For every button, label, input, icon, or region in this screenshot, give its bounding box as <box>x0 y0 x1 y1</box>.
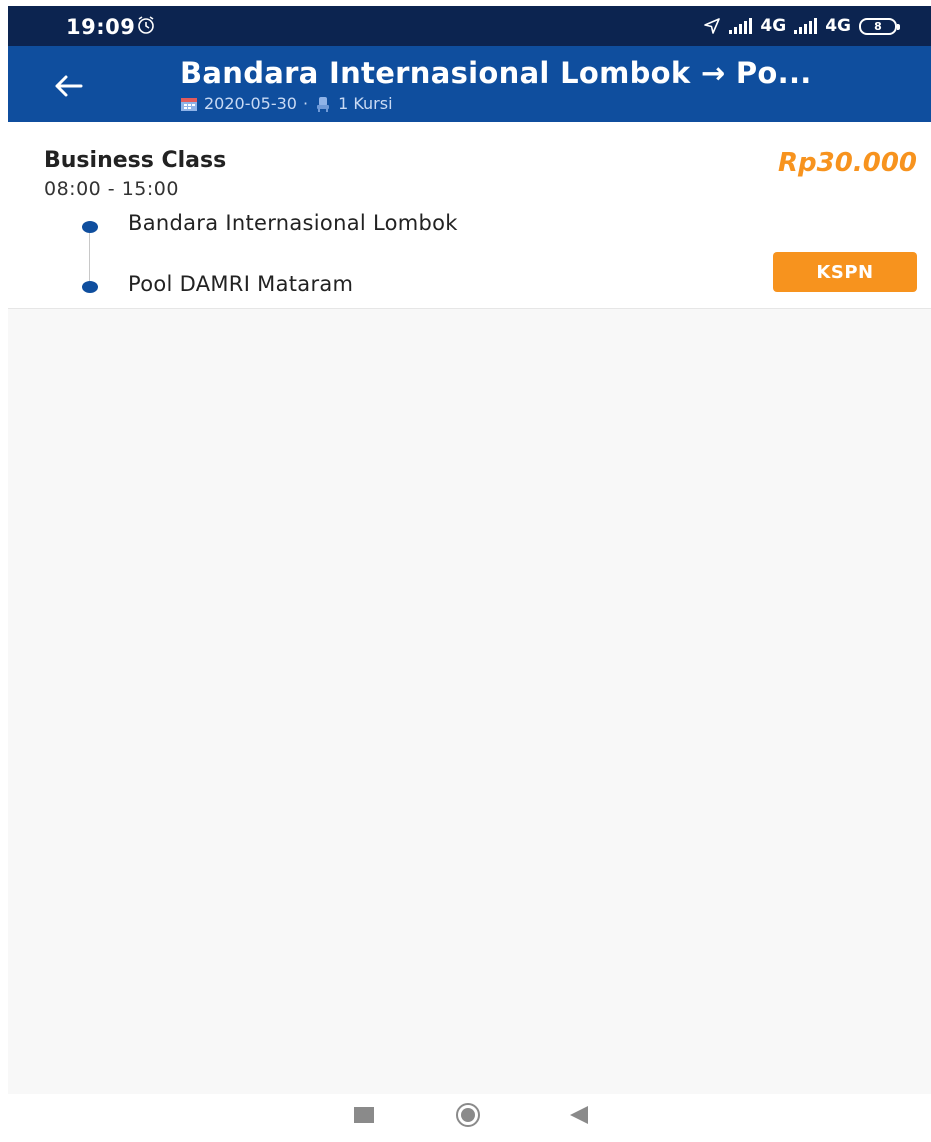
time-range: 08:00 - 15:00 <box>44 178 179 200</box>
subtitle-separator: · <box>302 94 309 113</box>
home-icon <box>456 1103 480 1127</box>
back-arrow-icon <box>55 75 83 97</box>
recents-button[interactable] <box>344 1100 384 1130</box>
recents-icon <box>354 1107 374 1123</box>
status-time: 19:09 <box>66 15 136 39</box>
back-icon <box>570 1106 588 1124</box>
home-button[interactable] <box>448 1100 488 1130</box>
back-button[interactable] <box>48 66 88 106</box>
screen: 19:09 4G 4G 8 Bandara Internasional Lomb… <box>8 6 931 1142</box>
kspn-badge: KSPN <box>773 252 917 292</box>
signal-icon <box>729 18 753 34</box>
status-bar: 19:09 4G 4G 8 <box>8 6 931 46</box>
destination-dot <box>82 281 98 293</box>
calendar-icon <box>181 97 197 111</box>
trip-card[interactable]: Business Class 08:00 - 15:00 Rp30.000 Ba… <box>8 122 931 309</box>
class-name: Business Class <box>44 148 227 173</box>
app-bar: Bandara Internasional Lombok → Po... 202… <box>8 46 931 122</box>
signal-icon <box>794 18 818 34</box>
back-nav-button[interactable] <box>560 1100 600 1130</box>
price: Rp30.000 <box>778 148 917 178</box>
battery-level: 8 <box>874 19 882 33</box>
route-subtitle: 2020-05-30 · 1 Kursi <box>180 94 393 113</box>
battery-icon: 8 <box>859 17 900 35</box>
network-type-1: 4G <box>760 16 787 36</box>
status-indicators: 4G 4G 8 <box>703 14 900 38</box>
route-title: Bandara Internasional Lombok → Po... <box>180 56 812 90</box>
destination-stop: Pool DAMRI Mataram <box>128 272 354 296</box>
origin-stop: Bandara Internasional Lombok <box>128 211 458 235</box>
navigation-bar <box>8 1094 931 1142</box>
network-type-2: 4G <box>825 16 851 36</box>
origin-dot <box>82 221 98 233</box>
seat-icon <box>317 96 330 112</box>
alarm-icon <box>138 16 154 34</box>
trip-date: 2020-05-30 <box>204 94 297 113</box>
location-icon <box>704 18 721 34</box>
seat-count: 1 Kursi <box>338 94 393 113</box>
